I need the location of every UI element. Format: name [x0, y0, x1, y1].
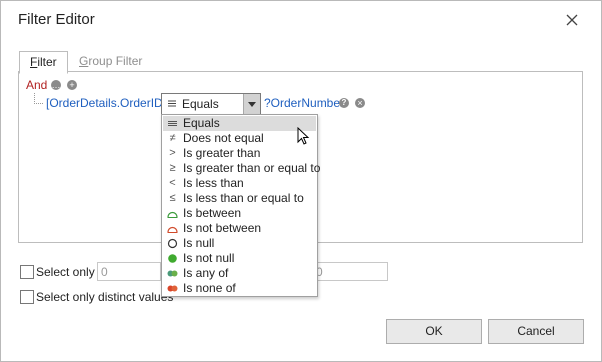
equals-icon	[167, 118, 178, 129]
operator-dropdown-list: Equals ≠ Does not equal > Is greater tha…	[161, 114, 320, 297]
option-less-than[interactable]: < Is less than	[163, 176, 316, 191]
option-label: Does not equal	[183, 131, 264, 145]
remove-condition-icon[interactable]: ×	[355, 98, 365, 108]
tab-filter-label: ilter	[37, 55, 57, 69]
option-between[interactable]: Is between	[163, 206, 316, 221]
option-label: Is greater than or equal to	[183, 161, 321, 175]
option-none-of[interactable]: Is none of	[163, 281, 316, 296]
group-operator[interactable]: And	[26, 78, 47, 92]
dialog-title: Filter Editor	[18, 11, 95, 28]
option-label: Is not between	[183, 221, 262, 235]
operator-combobox[interactable]: Equals	[161, 93, 261, 115]
greater-or-equal-icon: ≥	[169, 162, 176, 174]
option-label: Is null	[183, 236, 215, 250]
not-null-icon	[167, 253, 178, 264]
option-not-between[interactable]: Is not between	[163, 221, 316, 236]
operator-value: Equals	[182, 97, 219, 111]
option-label: Equals	[183, 116, 220, 130]
between-icon	[167, 208, 178, 219]
option-label: Is not null	[183, 251, 235, 265]
any-of-icon	[167, 268, 178, 279]
select-distinct-checkbox[interactable]	[20, 290, 34, 304]
chevron-down-icon[interactable]	[243, 94, 260, 114]
not-equal-icon: ≠	[169, 132, 176, 144]
less-or-equal-icon: ≤	[169, 192, 176, 204]
less-than-icon: <	[169, 177, 176, 189]
option-label: Is between	[183, 206, 242, 220]
select-only-from-input[interactable]: 0	[97, 262, 161, 281]
null-icon	[167, 238, 178, 249]
option-greater-than[interactable]: > Is greater than	[163, 146, 316, 161]
tab-group-filter[interactable]: Group Filter	[69, 51, 152, 72]
select-only-checkbox[interactable]	[20, 265, 34, 279]
greater-than-icon: >	[169, 147, 176, 159]
condition-value[interactable]: ?OrderNumber	[264, 96, 344, 110]
select-only-to-input[interactable]: 0	[312, 262, 388, 281]
option-is-not-null[interactable]: Is not null	[163, 251, 316, 266]
option-is-null[interactable]: Is null	[163, 236, 316, 251]
condition-field[interactable]: [OrderDetails.OrderID]	[46, 96, 166, 110]
option-less-or-equal[interactable]: ≤ Is less than or equal to	[163, 191, 316, 206]
option-label: Is none of	[183, 281, 236, 295]
tab-group-filter-label: roup Filter	[88, 54, 143, 68]
help-icon[interactable]: ?	[339, 98, 349, 108]
ok-button[interactable]: OK	[386, 319, 482, 344]
option-any-of[interactable]: Is any of	[163, 266, 316, 281]
option-label: Is any of	[183, 266, 229, 280]
none-of-icon	[167, 283, 178, 294]
option-equals[interactable]: Equals	[163, 116, 316, 131]
option-label: Is less than	[183, 176, 244, 190]
not-between-icon	[167, 223, 178, 234]
equals-icon	[167, 98, 177, 109]
option-label: Is less than or equal to	[183, 191, 304, 205]
add-condition-icon[interactable]: +	[67, 80, 77, 90]
option-greater-or-equal[interactable]: ≥ Is greater than or equal to	[163, 161, 320, 176]
tab-filter[interactable]: Filter	[19, 51, 68, 74]
option-label: Is greater than	[183, 146, 261, 160]
tree-connector	[34, 93, 43, 104]
close-icon[interactable]	[561, 9, 583, 31]
select-distinct-label: Select only distinct values	[36, 290, 174, 304]
cancel-button[interactable]: Cancel	[488, 319, 584, 344]
select-only-label: Select only	[36, 265, 95, 279]
option-does-not-equal[interactable]: ≠ Does not equal	[163, 131, 316, 146]
mouse-pointer-icon	[297, 126, 311, 150]
tab-group-filter-mnemonic: G	[79, 54, 89, 68]
ellipsis-icon[interactable]: …	[51, 80, 61, 90]
